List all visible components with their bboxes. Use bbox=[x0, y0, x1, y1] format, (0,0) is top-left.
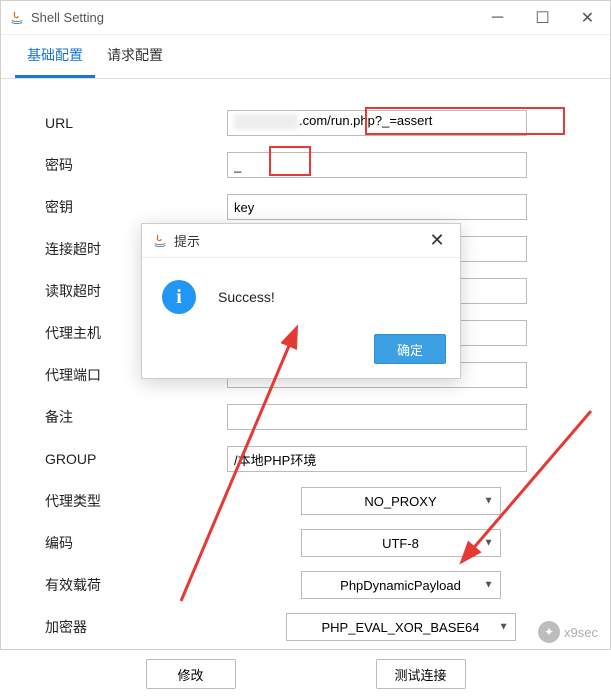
tab-basic[interactable]: 基础配置 bbox=[15, 35, 95, 78]
dialog-footer: 确定 bbox=[142, 324, 460, 378]
modify-button[interactable]: 修改 bbox=[146, 659, 236, 689]
prompt-dialog: 提示 ✕ i Success! 确定 bbox=[141, 223, 461, 379]
chevron-down-icon: ▼ bbox=[484, 496, 494, 507]
chevron-down-icon: ▼ bbox=[484, 580, 494, 591]
dialog-titlebar: 提示 ✕ bbox=[142, 224, 460, 258]
secret-input[interactable] bbox=[227, 194, 527, 220]
tabs: 基础配置 请求配置 bbox=[1, 35, 610, 79]
dialog-title: 提示 bbox=[174, 231, 424, 250]
form: URL .com/run.php?_=assert 密码 密钥 连接超时 读取超… bbox=[1, 79, 610, 699]
proxy-type-select[interactable]: NO_PROXY▼ bbox=[301, 487, 501, 515]
watermark-icon: ✦ bbox=[538, 621, 560, 643]
dialog-body: i Success! bbox=[142, 258, 460, 324]
label-secret: 密钥 bbox=[37, 197, 227, 217]
label-url: URL bbox=[37, 115, 227, 131]
close-button[interactable]: ✕ bbox=[565, 3, 610, 33]
password-input[interactable] bbox=[227, 152, 527, 178]
info-icon: i bbox=[162, 280, 196, 314]
label-payload: 有效载荷 bbox=[37, 575, 227, 595]
group-input[interactable] bbox=[227, 446, 527, 472]
label-proxy-type: 代理类型 bbox=[37, 491, 227, 511]
dialog-ok-button[interactable]: 确定 bbox=[374, 334, 446, 364]
label-group: GROUP bbox=[37, 451, 227, 467]
shell-setting-window: Shell Setting ─ ☐ ✕ 基础配置 请求配置 URL .com/r… bbox=[0, 0, 611, 650]
maximize-button[interactable]: ☐ bbox=[520, 3, 565, 33]
button-row: 修改 测试连接 bbox=[37, 659, 574, 689]
label-password: 密码 bbox=[37, 155, 227, 175]
watermark-text: x9sec bbox=[564, 625, 598, 640]
java-icon bbox=[152, 233, 168, 249]
dialog-message: Success! bbox=[218, 289, 275, 305]
url-value: .com/run.php?_=assert bbox=[299, 113, 432, 128]
chevron-down-icon: ▼ bbox=[499, 622, 509, 633]
dialog-close-button[interactable]: ✕ bbox=[424, 230, 450, 251]
payload-select[interactable]: PhpDynamicPayload▼ bbox=[301, 571, 501, 599]
window-title: Shell Setting bbox=[31, 10, 475, 25]
label-encryptor: 加密器 bbox=[37, 617, 227, 637]
tab-request[interactable]: 请求配置 bbox=[95, 35, 175, 78]
minimize-button[interactable]: ─ bbox=[475, 3, 520, 33]
titlebar: Shell Setting ─ ☐ ✕ bbox=[1, 1, 610, 35]
label-remark: 备注 bbox=[37, 407, 227, 427]
remark-input[interactable] bbox=[227, 404, 527, 430]
watermark: ✦ x9sec bbox=[538, 621, 598, 643]
chevron-down-icon: ▼ bbox=[484, 538, 494, 549]
encoding-select[interactable]: UTF-8▼ bbox=[301, 529, 501, 557]
encryptor-select[interactable]: PHP_EVAL_XOR_BASE64▼ bbox=[286, 613, 516, 641]
label-encoding: 编码 bbox=[37, 533, 227, 553]
java-icon bbox=[9, 10, 25, 26]
window-controls: ─ ☐ ✕ bbox=[475, 3, 610, 33]
test-connection-button[interactable]: 测试连接 bbox=[376, 659, 466, 689]
url-input[interactable]: .com/run.php?_=assert bbox=[227, 110, 527, 136]
